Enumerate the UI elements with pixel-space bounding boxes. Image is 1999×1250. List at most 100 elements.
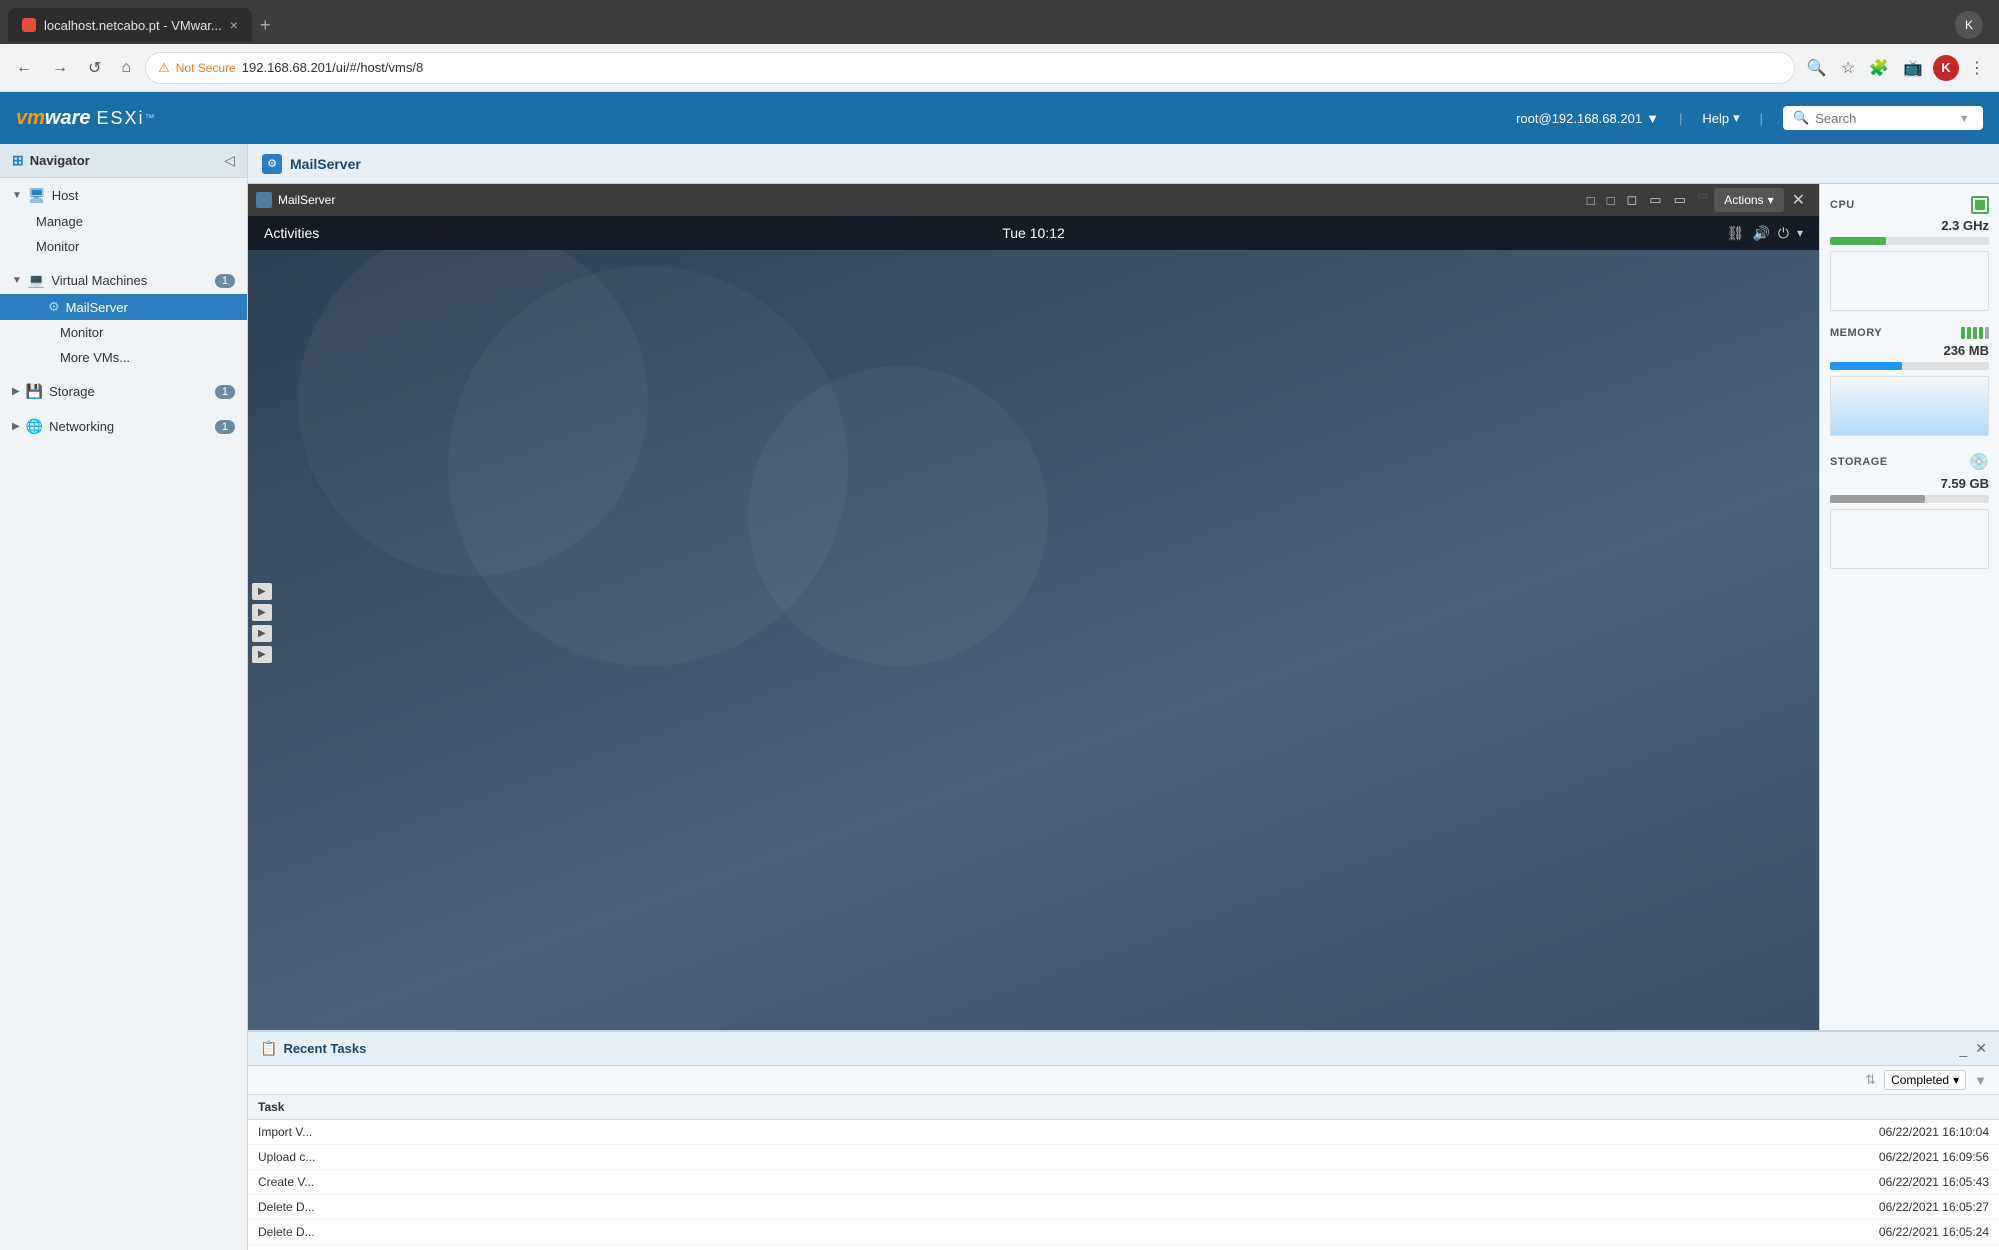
sidebar-item-monitor-host[interactable]: Monitor [0, 234, 247, 259]
not-secure-label: Not Secure [176, 61, 236, 75]
console-btn-1[interactable]: □ [1582, 188, 1600, 212]
memory-bar-container [1830, 362, 1989, 370]
sidebar-section-storage: ▶ 💾 Storage 1 [0, 374, 247, 409]
mem-block-4 [1979, 327, 1983, 339]
tasks-filter-bar: ⇅ Completed ▾ ▼ [248, 1066, 1999, 1095]
header-search[interactable]: 🔍 ▾ [1783, 106, 1983, 130]
task-name-1: Import V... [248, 1120, 745, 1145]
networking-icon: 🌐 [26, 418, 43, 435]
task-start-4 [954, 1195, 1058, 1220]
scroll-down-2[interactable]: ▶ [252, 625, 272, 642]
home-button[interactable]: ⌂ [115, 55, 137, 81]
header-separator: | [1679, 111, 1682, 126]
vm-tray: ⛓ 🔊 ⏻ ▾ [1727, 225, 1803, 242]
reload-button[interactable]: ↺ [82, 54, 107, 82]
memory-header: MEMORY [1830, 327, 1989, 339]
desktop-deco-3 [298, 226, 648, 576]
browser-tab-active[interactable]: localhost.netcabo.pt - VMwar... × [8, 8, 252, 42]
tab-title: localhost.netcabo.pt - VMwar... [44, 18, 222, 33]
console-btn-3[interactable]: ◻ [1621, 188, 1642, 212]
scroll-down-1[interactable]: ▶ [252, 604, 272, 621]
sidebar-item-virtual-machines[interactable]: ▼ 💻 Virtual Machines 1 [0, 267, 247, 294]
menu-icon-btn[interactable]: ⋮ [1965, 54, 1989, 82]
vm-power-tray-icon[interactable]: ⏻ [1778, 225, 1789, 242]
panel-close-button[interactable]: ✕ [1975, 1040, 1987, 1057]
extensions-icon-btn[interactable]: 🧩 [1865, 54, 1893, 82]
vm-volume-tray-icon[interactable]: 🔊 [1752, 225, 1769, 242]
username-label: root@192.168.68.201 [1516, 111, 1642, 126]
tasks-title: Recent Tasks [283, 1041, 366, 1056]
vm-network-tray-icon[interactable]: ⛓ [1727, 225, 1745, 242]
sidebar-item-mailserver[interactable]: ⚙ MailServer [0, 294, 247, 320]
vms-badge: 1 [215, 274, 235, 288]
vm-console: MailServer □ □ ◻ ▭ ▭ ▭ Actions ▾ ✕ [248, 184, 1819, 1030]
bookmark-icon-btn[interactable]: ☆ [1837, 54, 1859, 82]
tasks-icon: 📋 [260, 1040, 277, 1057]
task-name-5: Delete D... [248, 1220, 745, 1245]
back-button[interactable]: ← [10, 55, 38, 81]
sidebar-section-vms: ▼ 💻 Virtual Machines 1 ⚙ MailServer Moni… [0, 263, 247, 374]
console-btn-2[interactable]: □ [1602, 188, 1620, 212]
task-start-2 [954, 1145, 1058, 1170]
vm-expand-tray-icon[interactable]: ▾ [1797, 226, 1803, 240]
storage-header: STORAGE 💿 [1830, 452, 1989, 472]
sidebar-item-storage[interactable]: ▶ 💾 Storage 1 [0, 378, 247, 405]
actions-button[interactable]: Actions ▾ [1714, 188, 1783, 212]
sidebar-collapse-button[interactable]: ◁ [224, 152, 235, 169]
sidebar-item-manage[interactable]: Manage [0, 209, 247, 234]
user-menu[interactable]: root@192.168.68.201 ▼ [1516, 111, 1659, 126]
search-dropdown-icon[interactable]: ▾ [1961, 111, 1967, 125]
sidebar-item-more-vms[interactable]: More VMs... [0, 345, 247, 370]
vm-screen[interactable]: Activities Tue 10:12 ⛓ 🔊 ⏻ ▾ ▶ ▶ ▶ [248, 216, 1819, 1030]
filter-sort-icon: ⇅ [1865, 1072, 1876, 1088]
address-text[interactable]: 192.168.68.201/ui/#/host/vms/8 [242, 60, 1782, 75]
forward-button[interactable]: → [46, 55, 74, 81]
scroll-up-button[interactable]: ▶ [252, 583, 272, 600]
cpu-icon [1971, 196, 1989, 214]
browser-profile[interactable]: K [1955, 11, 1983, 39]
content-area: ⚙ MailServer MailServer □ □ ◻ ▭ [248, 144, 1999, 1250]
vm-console-name: MailServer [278, 193, 335, 207]
completed-filter[interactable]: Completed ▾ [1884, 1070, 1966, 1090]
tasks-table-scroll[interactable]: Task Import V... 06 [248, 1095, 1999, 1250]
sidebar-item-networking[interactable]: ▶ 🌐 Networking 1 [0, 413, 247, 440]
vm-console-header: MailServer □ □ ◻ ▭ ▭ ▭ Actions ▾ ✕ [248, 184, 1819, 216]
task-start-6 [954, 1245, 1058, 1250]
help-dropdown-icon: ▾ [1733, 110, 1740, 126]
browser-chrome: localhost.netcabo.pt - VMwar... × + K ← … [0, 0, 1999, 92]
task-target-3 [745, 1170, 849, 1195]
profile-icon-btn[interactable]: K [1933, 55, 1959, 81]
sidebar-item-host[interactable]: ▼ 🖥 Host [0, 182, 247, 209]
browser-toolbar: ← → ↺ ⌂ ⚠ Not Secure 192.168.68.201/ui/#… [0, 44, 1999, 92]
filter-expand-icon[interactable]: ▼ [1974, 1073, 1987, 1088]
expand-icon-host: ▼ [12, 190, 22, 201]
scroll-down-3[interactable]: ▶ [252, 646, 272, 663]
vmware-header: vmware ESXi ™ root@192.168.68.201 ▼ | He… [0, 92, 1999, 144]
vm-activities-label[interactable]: Activities [264, 225, 319, 241]
task-target-6 [745, 1245, 849, 1250]
completed-label: Completed [1891, 1073, 1949, 1087]
help-menu[interactable]: Help ▾ [1702, 110, 1739, 126]
search-icon-btn[interactable]: 🔍 [1803, 54, 1831, 82]
storage-label: Storage [49, 384, 95, 399]
task-date-6: 06/22/2021 16:05:05 [1059, 1245, 1999, 1250]
task-status-2 [850, 1145, 954, 1170]
panel-minimize-button[interactable]: _ [1959, 1041, 1967, 1057]
task-target-2 [745, 1145, 849, 1170]
filter-dropdown-icon: ▾ [1953, 1073, 1959, 1087]
storage-disk-icon: 💿 [1969, 452, 1989, 472]
console-btn-5[interactable]: ▭ [1669, 188, 1691, 212]
memory-chart-fill [1831, 377, 1988, 435]
console-close-button[interactable]: ✕ [1786, 188, 1811, 212]
vm-title-bar: ⚙ MailServer [248, 144, 1999, 184]
table-row: Import V... 06/22/2021 16:10:04 [248, 1120, 1999, 1145]
search-input[interactable] [1815, 111, 1955, 126]
add-tab-button[interactable]: + [256, 11, 275, 40]
task-name-6: ⏳ Import V... [248, 1245, 745, 1250]
task-date-5: 06/22/2021 16:05:24 [1059, 1220, 1999, 1245]
cast-icon-btn[interactable]: 📺 [1899, 54, 1927, 82]
console-btn-4[interactable]: ▭ [1644, 188, 1666, 212]
tab-close-button[interactable]: × [230, 17, 238, 33]
sidebar-item-monitor-vm[interactable]: Monitor [0, 320, 247, 345]
task-target-5 [745, 1220, 849, 1245]
